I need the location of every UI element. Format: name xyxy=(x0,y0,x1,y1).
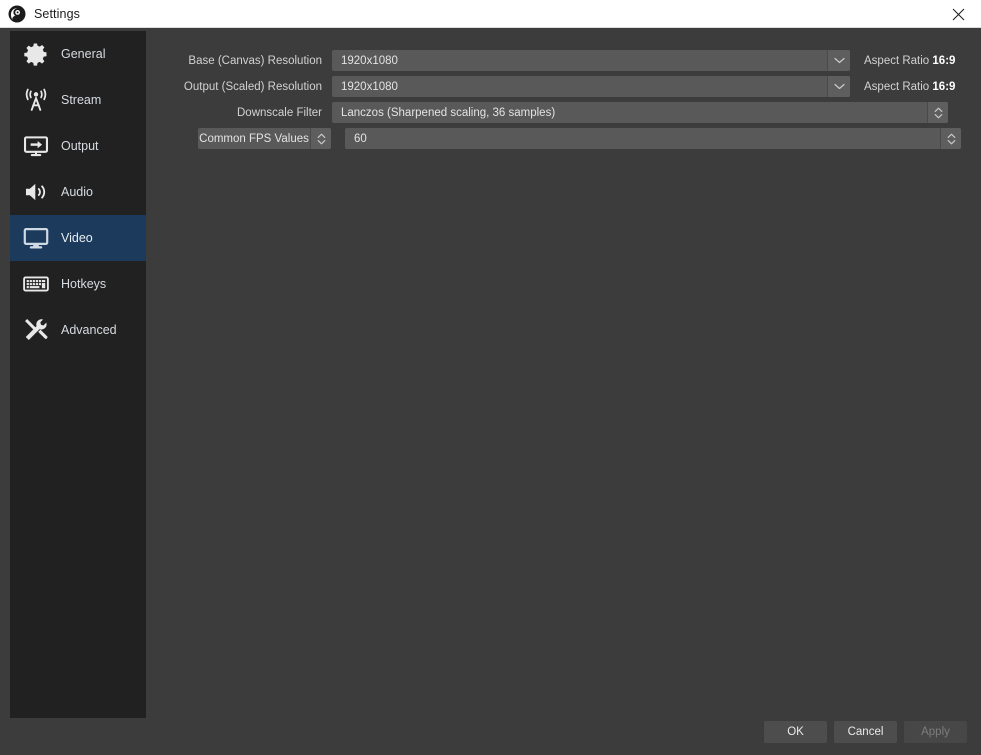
output-aspect-label: Aspect Ratio xyxy=(864,80,930,93)
base-aspect-value: 16:9 xyxy=(932,54,956,67)
sidebar-item-advanced[interactable]: Advanced xyxy=(10,307,146,353)
chevron-down-icon[interactable] xyxy=(827,76,850,97)
spinner-updown-icon[interactable] xyxy=(940,128,961,149)
dialog-button-bar: OK Cancel Apply xyxy=(764,721,967,743)
broadcast-icon xyxy=(19,83,53,117)
downscale-filter-row: Downscale Filter Lanczos (Sharpened scal… xyxy=(156,102,981,123)
output-resolution-combobox[interactable]: 1920x1080 xyxy=(332,76,850,97)
output-resolution-label: Output (Scaled) Resolution xyxy=(183,80,322,93)
obs-logo-icon xyxy=(8,5,26,23)
video-settings-panel: Base (Canvas) Resolution 1920x1080 Aspec… xyxy=(156,31,981,711)
output-aspect-ratio: Aspect Ratio 16:9 xyxy=(864,81,955,93)
sidebar-item-hotkeys[interactable]: Hotkeys xyxy=(10,261,146,307)
sidebar-item-stream[interactable]: Stream xyxy=(10,77,146,123)
cancel-button[interactable]: Cancel xyxy=(834,721,897,743)
sidebar-item-label: Hotkeys xyxy=(61,277,107,291)
title-bar: Settings xyxy=(0,0,981,28)
fps-mode-value: Common FPS Values xyxy=(199,132,309,145)
base-resolution-label: Base (Canvas) Resolution xyxy=(188,54,322,67)
output-resolution-value: 1920x1080 xyxy=(341,80,398,93)
fps-row: Common FPS Values 60 xyxy=(156,128,981,149)
sidebar-item-label: Audio xyxy=(61,185,93,199)
downscale-filter-label: Downscale Filter xyxy=(237,106,322,119)
keyboard-icon xyxy=(19,267,53,301)
base-resolution-value: 1920x1080 xyxy=(341,54,398,67)
sidebar-item-label: Advanced xyxy=(61,323,117,337)
monitor-icon xyxy=(19,221,53,255)
fps-value-combobox[interactable]: 60 xyxy=(345,128,961,149)
downscale-filter-combobox[interactable]: Lanczos (Sharpened scaling, 36 samples) xyxy=(332,102,948,123)
base-aspect-ratio: Aspect Ratio 16:9 xyxy=(864,55,955,67)
output-aspect-value: 16:9 xyxy=(932,80,956,93)
spinner-updown-icon[interactable] xyxy=(310,128,331,149)
fps-value: 60 xyxy=(354,132,367,145)
window-title: Settings xyxy=(34,6,80,21)
sidebar-item-audio[interactable]: Audio xyxy=(10,169,146,215)
sidebar-item-label: General xyxy=(61,47,106,61)
settings-sidebar: General Stream Output Audio Video Hotkey… xyxy=(10,31,146,718)
apply-button[interactable]: Apply xyxy=(904,721,967,743)
sidebar-item-label: Stream xyxy=(61,93,102,107)
base-aspect-label: Aspect Ratio xyxy=(864,54,930,67)
sidebar-item-label: Video xyxy=(61,231,93,245)
sidebar-item-label: Output xyxy=(61,139,99,153)
sidebar-item-output[interactable]: Output xyxy=(10,123,146,169)
ok-button[interactable]: OK xyxy=(764,721,827,743)
fps-mode-combobox[interactable]: Common FPS Values xyxy=(198,128,331,149)
close-button[interactable] xyxy=(935,0,981,28)
close-icon xyxy=(952,8,965,21)
sidebar-item-video[interactable]: Video xyxy=(10,215,146,261)
monitor-arrow-icon xyxy=(19,129,53,163)
base-resolution-row: Base (Canvas) Resolution 1920x1080 Aspec… xyxy=(156,50,981,71)
spinner-updown-icon[interactable] xyxy=(927,102,948,123)
gear-icon xyxy=(19,37,53,71)
downscale-filter-value: Lanczos (Sharpened scaling, 36 samples) xyxy=(341,106,556,119)
output-resolution-row: Output (Scaled) Resolution 1920x1080 Asp… xyxy=(156,76,981,97)
sidebar-item-general[interactable]: General xyxy=(10,31,146,77)
chevron-down-icon[interactable] xyxy=(827,50,850,71)
tools-icon xyxy=(19,313,53,347)
speaker-icon xyxy=(19,175,53,209)
base-resolution-combobox[interactable]: 1920x1080 xyxy=(332,50,850,71)
